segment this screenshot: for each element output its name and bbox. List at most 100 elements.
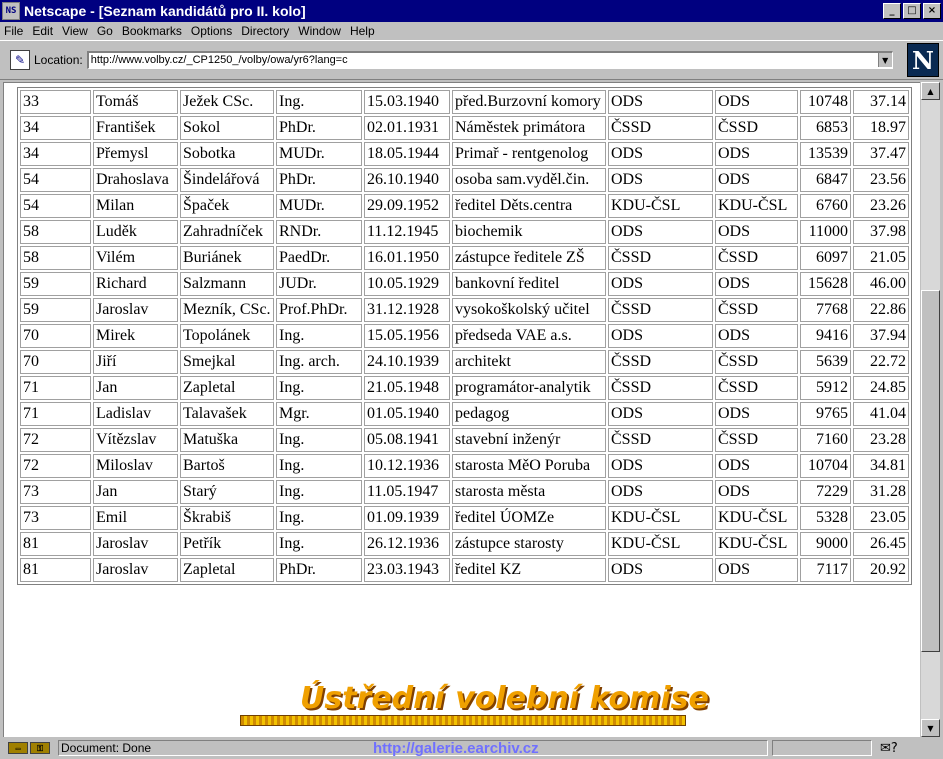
cell-nominated-by: ČSSD — [608, 376, 713, 400]
cell-birth-date: 01.09.1939 — [364, 506, 450, 530]
scroll-up-icon[interactable]: ▲ — [921, 82, 940, 100]
netscape-app-icon[interactable]: NS — [2, 2, 20, 20]
cell-district: 70 — [20, 350, 91, 374]
table-row: 58 Vilém Buriánek PaedDr. 16.01.1950 zástupce… — [20, 246, 909, 270]
cell-district: 59 — [20, 272, 91, 296]
cell-first-name: Ladislav — [93, 402, 178, 426]
vertical-scrollbar[interactable]: ▲ ▼ — [921, 82, 940, 737]
menu-go[interactable]: Go — [97, 24, 113, 38]
minimize-button[interactable]: _ — [883, 3, 901, 19]
cell-nominated-by: ČSSD — [608, 350, 713, 374]
mail-icon[interactable]: ✉? — [880, 741, 898, 756]
menu-file[interactable]: File — [4, 24, 23, 38]
menu-options[interactable]: Options — [191, 24, 232, 38]
progress-field — [772, 740, 872, 756]
table-row: 54 Drahoslava Šindelářová PhDr. 26.10.1940 os… — [20, 168, 909, 192]
cell-nominated-by: ČSSD — [608, 116, 713, 140]
cell-title: Ing. — [276, 324, 362, 348]
cell-district: 73 — [20, 506, 91, 530]
cell-district: 34 — [20, 142, 91, 166]
location-input[interactable]: http://www.volby.cz/_CP1250_/volby/owa/y… — [86, 51, 893, 69]
cell-first-name: Mirek — [93, 324, 178, 348]
table-row: 71 Jan Zapletal Ing. 21.05.1948 programátor-a… — [20, 376, 909, 400]
cell-votes: 6847 — [800, 168, 851, 192]
cell-votes: 9000 — [800, 532, 851, 556]
menu-view[interactable]: View — [62, 24, 88, 38]
scroll-thumb[interactable] — [921, 290, 940, 652]
cell-district: 58 — [20, 246, 91, 270]
menu-bar: File Edit View Go Bookmarks Options Dire… — [0, 22, 943, 39]
table-row: 70 Mirek Topolánek Ing. 15.05.1956 předseda V… — [20, 324, 909, 348]
location-dropdown-icon[interactable]: ▼ — [877, 53, 892, 67]
cell-party: KDU-ČSL — [715, 532, 798, 556]
cell-votes: 6853 — [800, 116, 851, 140]
cell-birth-date: 11.12.1945 — [364, 220, 450, 244]
cell-birth-date: 18.05.1944 — [364, 142, 450, 166]
cell-nominated-by: ODS — [608, 402, 713, 426]
cell-first-name: Jiří — [93, 350, 178, 374]
cell-district: 72 — [20, 428, 91, 452]
table-row: 70 Jiří Smejkal Ing. arch. 24.10.1939 archite… — [20, 350, 909, 374]
cell-last-name: Talavašek — [180, 402, 274, 426]
table-row: 73 Jan Starý Ing. 11.05.1947 starosta města OD… — [20, 480, 909, 504]
cell-votes: 7768 — [800, 298, 851, 322]
table-row: 33 Tomáš Ježek CSc. Ing. 15.03.1940 před.Burz… — [20, 90, 909, 114]
cell-last-name: Zapletal — [180, 558, 274, 582]
cell-party: ČSSD — [715, 246, 798, 270]
cell-occupation: ředitel KZ — [452, 558, 606, 582]
security-key-icon[interactable]: ▭ ⚿ — [8, 741, 52, 755]
cell-birth-date: 15.05.1956 — [364, 324, 450, 348]
cell-first-name: Přemysl — [93, 142, 178, 166]
cell-votes: 5639 — [800, 350, 851, 374]
location-bar: ✎ Location: http://www.volby.cz/_CP1250_… — [0, 40, 943, 80]
cell-percent: 31.28 — [853, 480, 909, 504]
cell-title: Ing. — [276, 480, 362, 504]
cell-last-name: Petřík — [180, 532, 274, 556]
maximize-button[interactable]: □ — [903, 3, 921, 19]
cell-votes: 6097 — [800, 246, 851, 270]
cell-nominated-by: KDU-ČSL — [608, 506, 713, 530]
cell-first-name: Jaroslav — [93, 298, 178, 322]
cell-party: ODS — [715, 168, 798, 192]
menu-help[interactable]: Help — [350, 24, 375, 38]
scroll-down-icon[interactable]: ▼ — [921, 719, 940, 737]
table-row: 72 Vítězslav Matuška Ing. 05.08.1941 stavební… — [20, 428, 909, 452]
bookmark-icon[interactable]: ✎ — [10, 50, 30, 70]
cell-last-name: Salzmann — [180, 272, 274, 296]
cell-last-name: Smejkal — [180, 350, 274, 374]
cell-title: PaedDr. — [276, 246, 362, 270]
table-row: 34 Přemysl Sobotka MUDr. 18.05.1944 Primař - … — [20, 142, 909, 166]
menu-window[interactable]: Window — [298, 24, 341, 38]
cell-party: ČSSD — [715, 428, 798, 452]
cell-district: 71 — [20, 402, 91, 426]
cell-votes: 15628 — [800, 272, 851, 296]
location-url: http://www.volby.cz/_CP1250_/volby/owa/y… — [90, 54, 348, 66]
cell-percent: 37.47 — [853, 142, 909, 166]
cell-party: KDU-ČSL — [715, 506, 798, 530]
cell-birth-date: 21.05.1948 — [364, 376, 450, 400]
cell-occupation: Primař - rentgenolog — [452, 142, 606, 166]
status-bar: ▭ ⚿ Document: Done http://galerie.earchiv… — [0, 737, 943, 759]
cell-votes: 11000 — [800, 220, 851, 244]
menu-edit[interactable]: Edit — [32, 24, 53, 38]
menu-bookmarks[interactable]: Bookmarks — [122, 24, 182, 38]
table-row: 34 František Sokol PhDr. 02.01.1931 Náměstek … — [20, 116, 909, 140]
cell-first-name: Miloslav — [93, 454, 178, 478]
cell-first-name: Luděk — [93, 220, 178, 244]
cell-district: 33 — [20, 90, 91, 114]
cell-nominated-by: KDU-ČSL — [608, 532, 713, 556]
close-button[interactable]: × — [923, 3, 941, 19]
cell-birth-date: 10.12.1936 — [364, 454, 450, 478]
cell-last-name: Šindelářová — [180, 168, 274, 192]
cell-title: Ing. — [276, 428, 362, 452]
gallery-url: http://galerie.earchiv.cz — [373, 740, 539, 757]
menu-directory[interactable]: Directory — [241, 24, 289, 38]
netscape-logo[interactable]: N — [907, 43, 939, 77]
cell-party: ODS — [715, 402, 798, 426]
table-row: 58 Luděk Zahradníček RNDr. 11.12.1945 biochem… — [20, 220, 909, 244]
cell-percent: 22.86 — [853, 298, 909, 322]
cell-occupation: Náměstek primátora — [452, 116, 606, 140]
cell-occupation: před.Burzovní komory — [452, 90, 606, 114]
cell-votes: 10748 — [800, 90, 851, 114]
cell-occupation: předseda VAE a.s. — [452, 324, 606, 348]
